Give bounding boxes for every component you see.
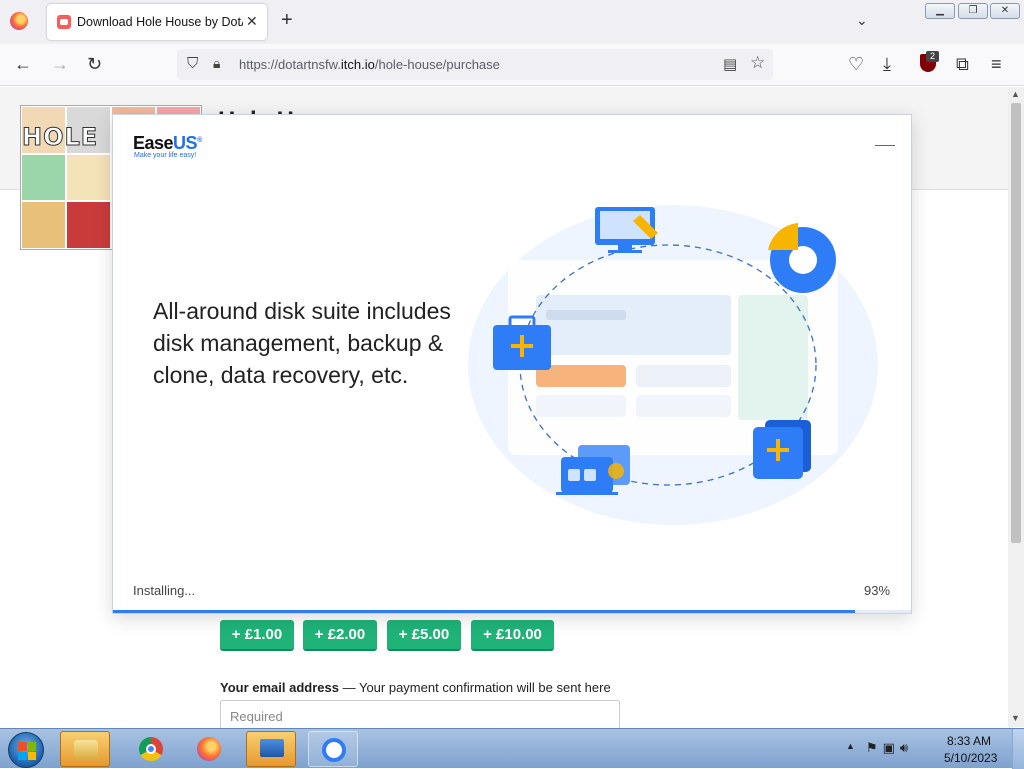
scroll-down-arrow-icon[interactable]: ▼ (1011, 713, 1020, 723)
easeus-installer-window: EaseUS® Make your life easy! All-around … (112, 114, 912, 614)
new-tab-button[interactable]: + (281, 10, 293, 30)
firefox-icon (197, 737, 221, 761)
scrollbar-thumb[interactable] (1011, 103, 1021, 543)
email-input[interactable]: Required (220, 700, 620, 730)
easeus-installer-icon (322, 738, 346, 762)
window-restore-button[interactable]: ❐ (958, 3, 988, 19)
clock-time[interactable]: 8:33 AM (947, 734, 991, 748)
scroll-up-arrow-icon[interactable]: ▲ (1011, 89, 1020, 99)
show-desktop-button[interactable] (1012, 729, 1024, 769)
add-amount-2-button[interactable]: + £2.00 (303, 620, 377, 651)
cover-logo-text: HOLE (21, 123, 99, 152)
tab-title: Download Hole House by DotA (77, 15, 243, 29)
install-progress-bar (113, 610, 911, 613)
folder-icon (74, 740, 98, 760)
windows-taskbar: ▲ ⚑▣🔊︎ 8:33 AM 5/10/2023 (0, 728, 1024, 769)
browser-tab-active[interactable]: Download Hole House by DotA ✕ (47, 4, 267, 40)
url-text[interactable]: https://dotartnsfw.itch.io/hole-house/pu… (239, 57, 500, 72)
taskbar-explorer-button[interactable] (60, 731, 110, 767)
install-progress-fill (113, 610, 856, 613)
taskbar-firefox-button[interactable] (184, 731, 234, 767)
back-arrow-icon[interactable]: ← (14, 54, 32, 74)
downloads-icon[interactable]: ⤓ (883, 54, 891, 74)
reload-icon[interactable]: ↻ (87, 54, 102, 74)
start-button[interactable] (8, 732, 44, 768)
install-status-text: Installing... (133, 583, 196, 598)
add-amount-10-button[interactable]: + £10.00 (471, 620, 554, 651)
list-all-tabs-chevron-icon[interactable]: ⌄ (856, 12, 868, 29)
window-close-button[interactable]: ✕ (990, 3, 1020, 19)
disk-suite-illustration (468, 205, 878, 525)
email-label: Your email address — Your payment confir… (220, 680, 611, 695)
bookmark-star-icon[interactable]: ☆ (750, 53, 765, 73)
monitor-icon (260, 739, 284, 757)
easeus-tagline: Make your life easy! (134, 152, 197, 159)
browser-nav-bar: ← → ↻ ⛉ 🔒︎ https://dotartnsfw.itch.io/ho… (0, 44, 1024, 86)
pocket-icon[interactable]: ♡ (848, 54, 864, 74)
window-minimize-button[interactable]: ▁ (925, 3, 955, 19)
padlock-icon[interactable]: 🔒︎ (213, 55, 220, 72)
windows-flag-icon (18, 742, 36, 760)
reader-view-icon[interactable]: ▤ (723, 55, 737, 73)
tab-close-icon[interactable]: ✕ (246, 13, 258, 30)
add-amount-5-button[interactable]: + £5.00 (387, 620, 461, 651)
hamburger-menu-icon[interactable]: ≡ (991, 54, 1002, 74)
system-tray-icons[interactable]: ⚑▣🔊︎ (866, 740, 913, 756)
browser-tab-strip: Download Hole House by DotA ✕ + ⌄ ▁ ❐ ✕ (0, 0, 1024, 44)
chrome-icon (139, 737, 163, 761)
forward-arrow-icon[interactable]: → (51, 54, 69, 74)
page-scrollbar[interactable]: ▲ ▼ (1008, 87, 1024, 727)
itch-io-favicon-icon (57, 15, 71, 29)
install-percent-text: 93% (864, 583, 891, 598)
taskbar-remote-desktop-button[interactable] (246, 731, 296, 767)
installer-headline: All-around disk suite includes disk mana… (153, 298, 451, 388)
address-bar[interactable]: ⛉ 🔒︎ https://dotartnsfw.itch.io/hole-hou… (177, 49, 773, 80)
taskbar-chrome-button[interactable] (126, 731, 176, 767)
installer-minimize-button[interactable] (875, 133, 895, 146)
clock-date[interactable]: 5/10/2023 (944, 751, 997, 765)
show-hidden-icons-arrow-icon[interactable]: ▲ (846, 741, 855, 751)
tracking-protection-shield-icon[interactable]: ⛉ (187, 55, 198, 72)
ublock-blocked-count-badge: 2 (926, 51, 939, 62)
add-amount-1-button[interactable]: + £1.00 (220, 620, 294, 651)
taskbar-easeus-button[interactable] (308, 731, 358, 767)
easeus-logo: EaseUS® (133, 133, 202, 153)
extensions-puzzle-icon[interactable]: ⧉ (956, 54, 969, 74)
firefox-view-icon[interactable] (10, 12, 28, 30)
